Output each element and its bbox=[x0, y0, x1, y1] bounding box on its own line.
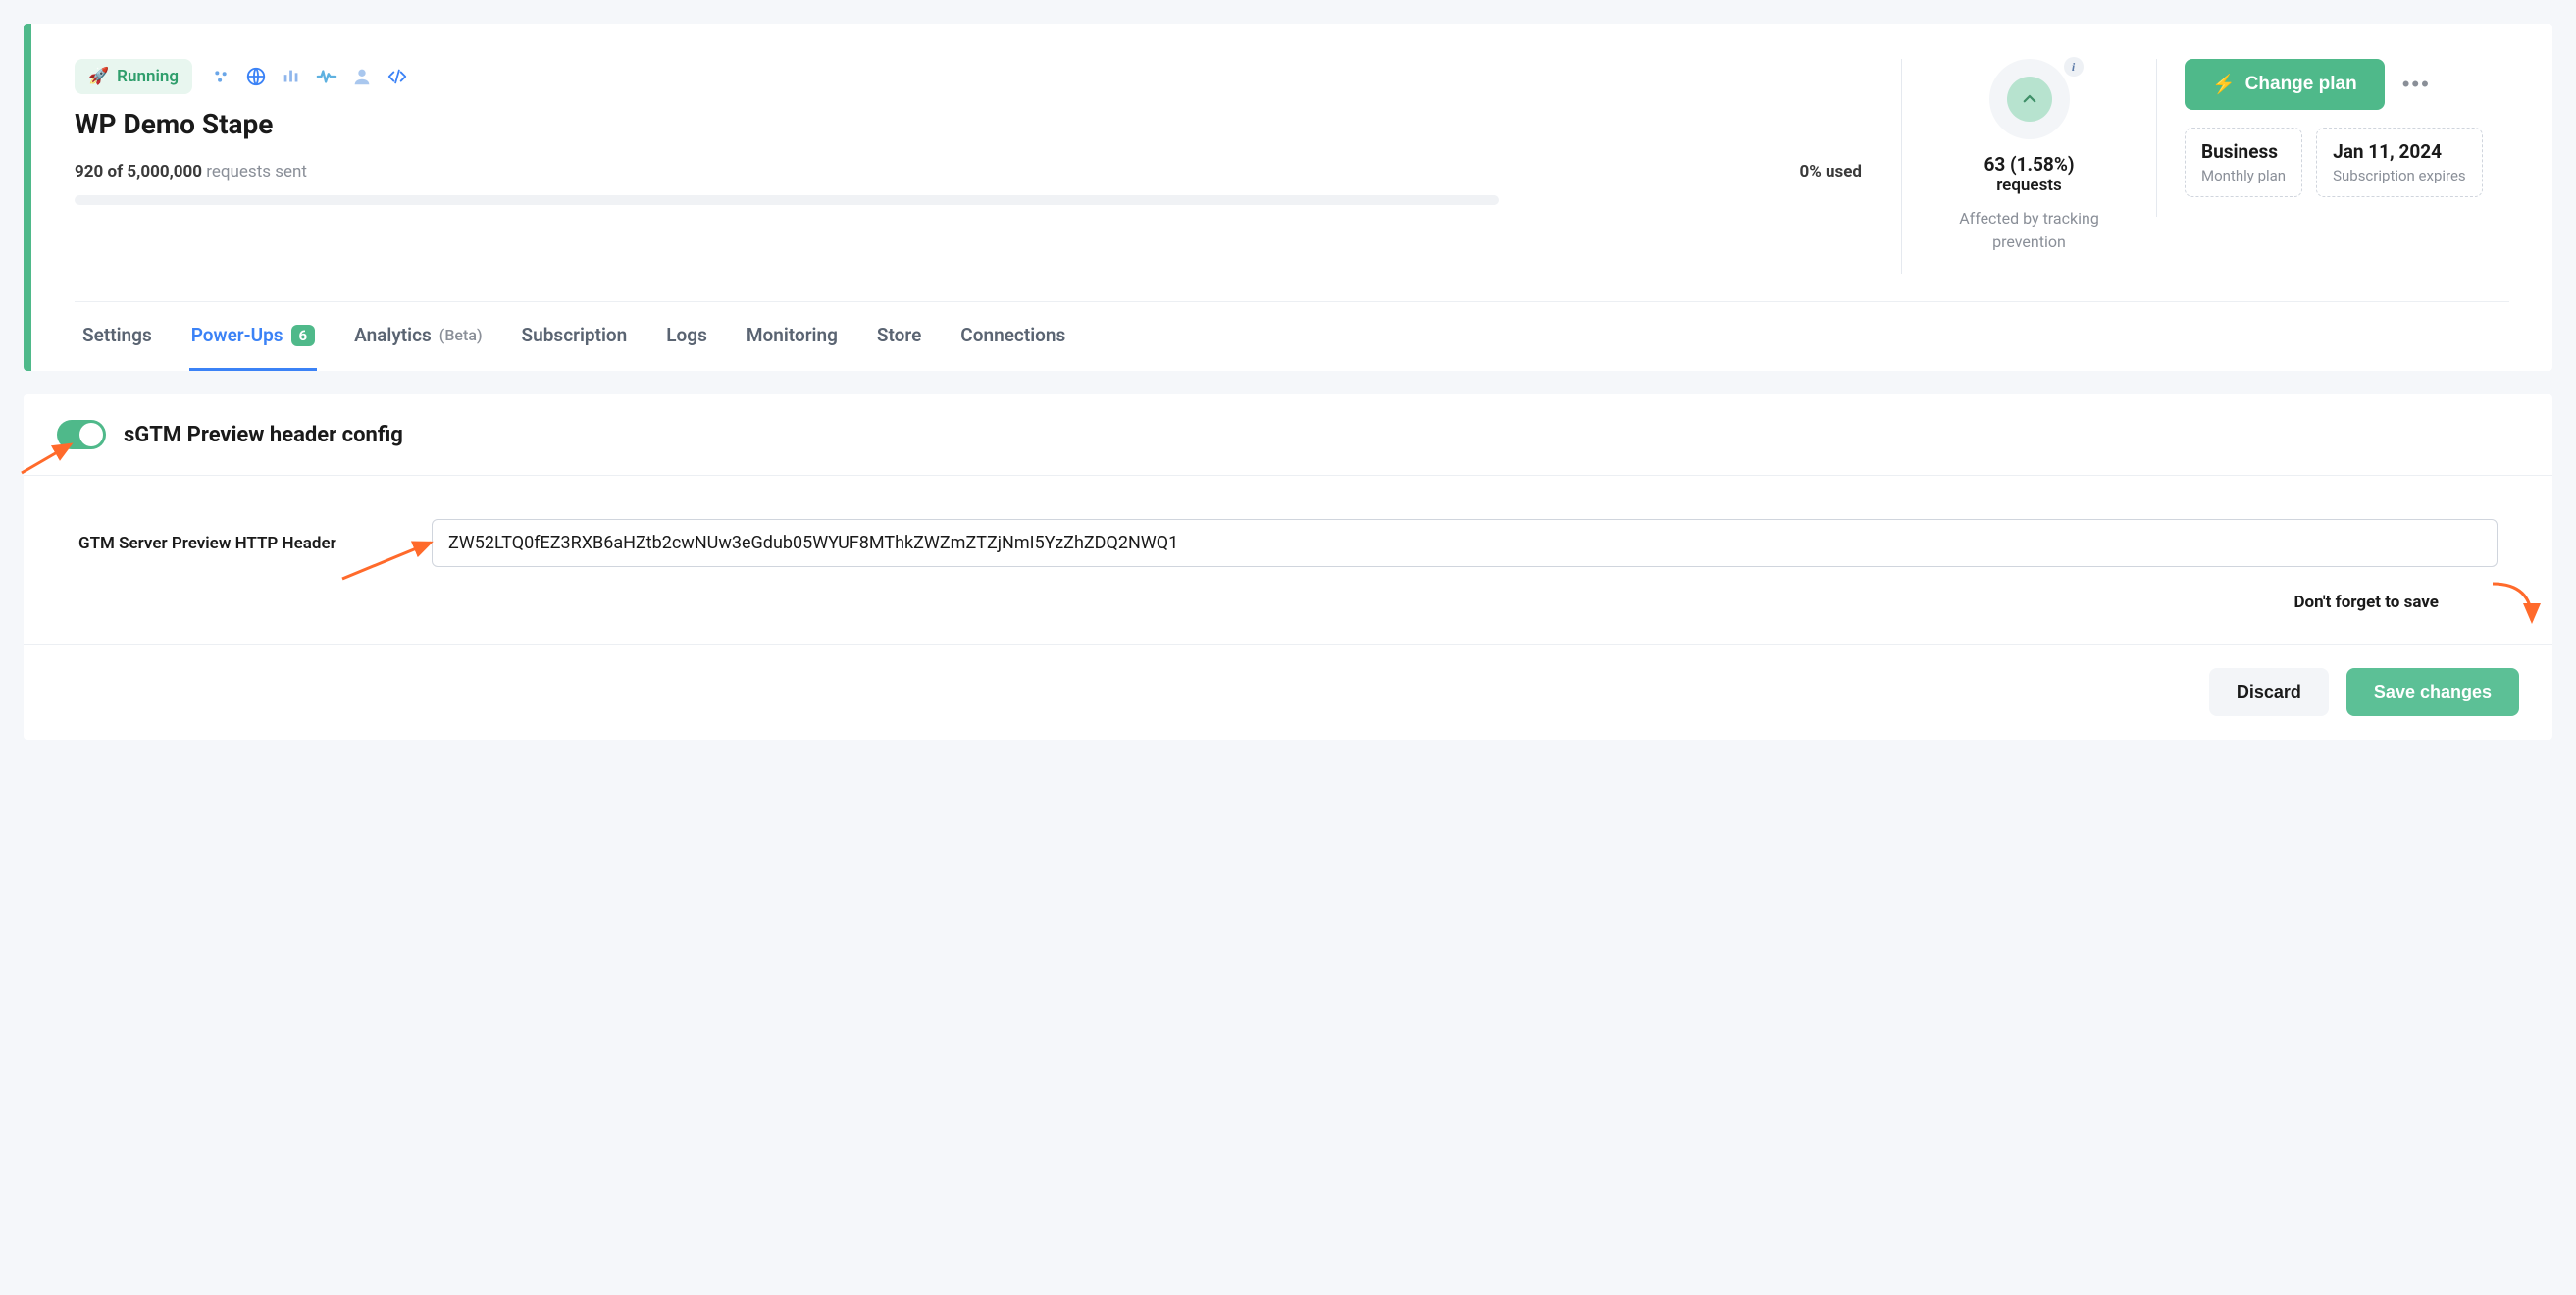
bars-icon bbox=[281, 66, 302, 87]
usage-label: requests sent bbox=[206, 162, 307, 181]
header-field-label: GTM Server Preview HTTP Header bbox=[78, 534, 412, 553]
tab-monitoring[interactable]: Monitoring bbox=[745, 302, 840, 371]
tabs-nav: Settings Power-Ups 6 Analytics (Beta) Su… bbox=[75, 301, 2509, 371]
config-card: sGTM Preview header config GTM Server Pr… bbox=[24, 394, 2552, 740]
prevention-unit: requests bbox=[1930, 176, 2129, 195]
tab-power-ups[interactable]: Power-Ups 6 bbox=[189, 302, 317, 371]
prevention-circle bbox=[1989, 59, 2070, 139]
header-field-input[interactable] bbox=[432, 519, 2498, 567]
plan-card: Business Monthly plan bbox=[2185, 128, 2302, 197]
container-title: WP Demo Stape bbox=[75, 108, 1901, 140]
dots-horizontal-icon: ••• bbox=[2402, 72, 2431, 96]
prevention-value: 63 (1.58%) bbox=[1930, 153, 2129, 176]
plan-name: Business bbox=[2201, 140, 2286, 163]
toggle-knob bbox=[79, 423, 103, 446]
tab-connections[interactable]: Connections bbox=[958, 302, 1067, 371]
tab-badge: 6 bbox=[291, 325, 316, 346]
chevron-up-icon bbox=[2021, 90, 2038, 108]
tab-settings[interactable]: Settings bbox=[80, 302, 154, 371]
header-main-col: 🚀 Running WP Demo Stape 920 bbox=[75, 59, 1901, 205]
expiry-card: Jan 11, 2024 Subscription expires bbox=[2316, 128, 2483, 197]
plan-expires-sub: Subscription expires bbox=[2333, 167, 2466, 184]
prevention-caption: Affected by tracking prevention bbox=[1930, 207, 2129, 254]
config-toggle[interactable] bbox=[57, 420, 106, 449]
pulse-icon bbox=[316, 66, 337, 87]
plan-expires: Jan 11, 2024 bbox=[2333, 140, 2466, 163]
prevention-col: i 63 (1.58%) requests Affected by tracki… bbox=[1901, 59, 2156, 274]
user-icon bbox=[351, 66, 373, 87]
status-text: Running bbox=[117, 67, 179, 86]
usage-progress-bar bbox=[75, 195, 1499, 205]
tab-store[interactable]: Store bbox=[875, 302, 923, 371]
info-icon[interactable]: i bbox=[2064, 57, 2084, 77]
tab-beta-label: (Beta) bbox=[439, 326, 483, 344]
usage-text: 920 of 5,000,000 requests sent bbox=[75, 162, 307, 181]
code-icon bbox=[386, 66, 408, 87]
change-plan-button[interactable]: ⚡ Change plan bbox=[2185, 59, 2385, 110]
more-button[interactable]: ••• bbox=[2402, 72, 2431, 97]
save-changes-button[interactable]: Save changes bbox=[2346, 668, 2519, 716]
tab-subscription[interactable]: Subscription bbox=[520, 302, 630, 371]
usage-percent: 0% used bbox=[1799, 162, 1862, 181]
status-badge: 🚀 Running bbox=[75, 59, 192, 94]
container-header-card: 🚀 Running WP Demo Stape 920 bbox=[24, 24, 2552, 371]
tab-analytics[interactable]: Analytics (Beta) bbox=[352, 302, 484, 371]
config-title: sGTM Preview header config bbox=[124, 423, 403, 447]
lightning-icon: ⚡ bbox=[2212, 73, 2236, 96]
change-plan-label: Change plan bbox=[2245, 74, 2357, 95]
discard-button[interactable]: Discard bbox=[2209, 668, 2329, 716]
tab-logs[interactable]: Logs bbox=[664, 302, 709, 371]
dots-icon bbox=[210, 66, 232, 87]
plan-name-sub: Monthly plan bbox=[2201, 167, 2286, 184]
rocket-icon: 🚀 bbox=[88, 67, 109, 86]
usage-count: 920 of 5,000,000 bbox=[75, 162, 202, 181]
globe-icon bbox=[245, 66, 267, 87]
integration-icons bbox=[210, 66, 408, 87]
plan-col: ⚡ Change plan ••• Business Monthly plan … bbox=[2156, 59, 2509, 217]
save-hint: Don't forget to save bbox=[78, 593, 2498, 612]
